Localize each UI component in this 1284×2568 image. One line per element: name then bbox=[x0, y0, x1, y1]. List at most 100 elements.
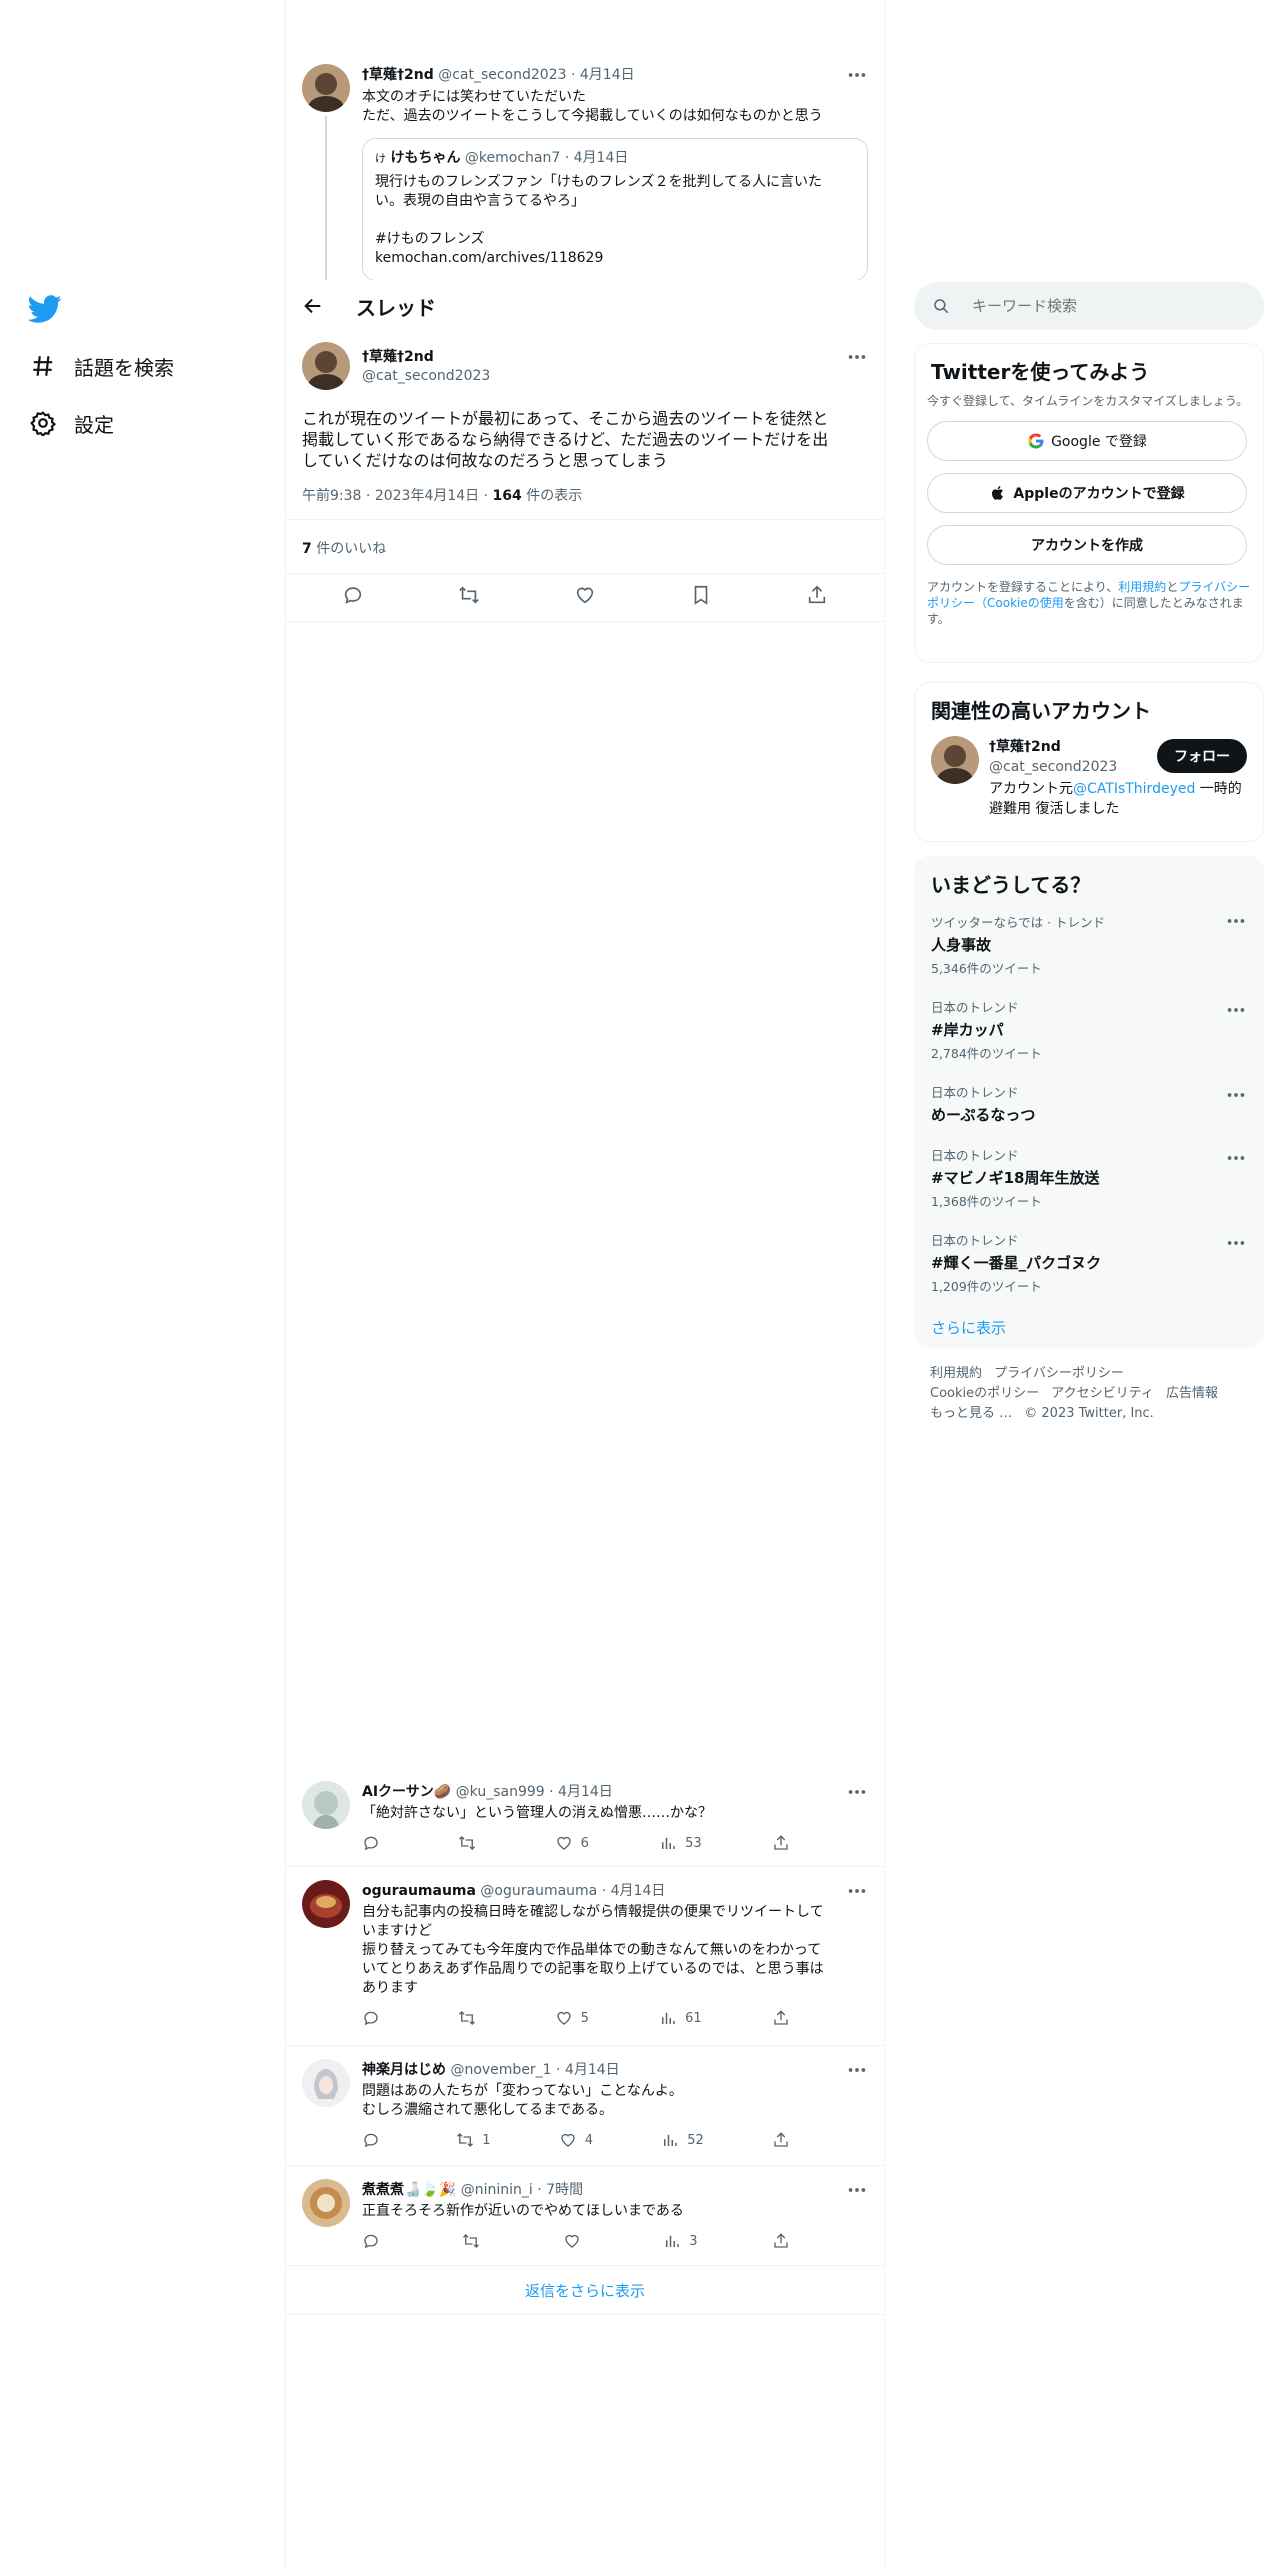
author-handle[interactable]: @ku_san999 bbox=[456, 1784, 545, 1800]
search-bar[interactable] bbox=[914, 282, 1264, 330]
author-handle[interactable]: @nininin_i bbox=[461, 2182, 533, 2198]
like-button[interactable] bbox=[563, 2231, 589, 2251]
views-button[interactable]: 53 bbox=[659, 1833, 702, 1853]
share-button[interactable] bbox=[772, 1833, 798, 1853]
avatar[interactable] bbox=[302, 342, 350, 390]
avatar[interactable] bbox=[302, 1781, 350, 1829]
footer-ads-link[interactable]: 広告情報 bbox=[1166, 1386, 1218, 1401]
retweet-button[interactable] bbox=[458, 2008, 484, 2028]
author-handle[interactable]: @cat_second2023 bbox=[438, 67, 566, 83]
more-icon[interactable] bbox=[846, 2179, 868, 2201]
author-name[interactable]: 神楽月はじめ bbox=[362, 2062, 446, 2078]
tweet-date[interactable]: 4月14日 bbox=[611, 1883, 666, 1899]
reply-tweet[interactable]: AIクーサン🥔 @ku_san999 · 4月14日 「絶対許さない」という管理… bbox=[302, 1781, 868, 1853]
retweet-button[interactable] bbox=[458, 1833, 484, 1853]
avatar[interactable] bbox=[302, 2179, 350, 2227]
reply-tweet[interactable]: 神楽月はじめ @november_1 · 4月14日 問題はあの人たちが「変わっ… bbox=[302, 2059, 868, 2150]
share-button[interactable] bbox=[772, 2231, 798, 2251]
reply-tweet[interactable]: oguraumauma @oguraumauma · 4月14日 自分も記事内の… bbox=[302, 1880, 868, 2028]
nav-settings[interactable]: 設定 bbox=[30, 406, 114, 440]
time[interactable]: 午前9:38 bbox=[302, 488, 361, 504]
footer-cookie-link[interactable]: Cookieのポリシー bbox=[930, 1386, 1039, 1401]
related-account-item[interactable]: †草薙†2nd @cat_second2023 フォロー アカウント元@CATI… bbox=[915, 736, 1263, 819]
footer-terms-link[interactable]: 利用規約 bbox=[930, 1366, 982, 1381]
tweet-date[interactable]: 4月14日 bbox=[558, 1784, 613, 1800]
trend-item[interactable]: 日本のトレンド #マビノギ18周年生放送 1,368件のツイート bbox=[915, 1135, 1263, 1220]
more-icon[interactable] bbox=[846, 346, 868, 368]
more-icon[interactable] bbox=[846, 64, 868, 86]
views-button[interactable]: 61 bbox=[659, 2008, 702, 2028]
tweet-date[interactable]: 4月14日 bbox=[565, 2062, 620, 2078]
retweet-button[interactable] bbox=[462, 2231, 488, 2251]
quote-link[interactable]: kemochan.com/archives/118629 bbox=[375, 249, 855, 268]
share-button[interactable] bbox=[772, 2130, 798, 2150]
reply-button[interactable] bbox=[362, 1833, 388, 1853]
author-name[interactable]: AIクーサン🥔 bbox=[362, 1784, 451, 1800]
reply-tweet[interactable]: 煮煮煮🍶🍃🎉 @nininin_i · 7時間 正直そろそろ新作が近いのでやめて… bbox=[302, 2179, 868, 2251]
trend-item[interactable]: 日本のトレンド #輝く一番星_パクゴヌク 1,209件のツイート bbox=[915, 1220, 1263, 1305]
trend-item[interactable]: ツイッターならでは · トレンド 人身事故 5,346件のツイート bbox=[915, 910, 1263, 987]
more-icon[interactable] bbox=[1225, 1084, 1247, 1106]
related-handle[interactable]: @cat_second2023 bbox=[989, 759, 1117, 775]
retweet-button[interactable]: 1 bbox=[456, 2130, 491, 2150]
footer-accessibility-link[interactable]: アクセシビリティ bbox=[1051, 1386, 1154, 1401]
more-icon[interactable] bbox=[1225, 999, 1247, 1021]
more-icon[interactable] bbox=[846, 1781, 868, 1803]
reply-button[interactable] bbox=[362, 2008, 388, 2028]
reply-icon[interactable] bbox=[342, 584, 364, 606]
more-icon[interactable] bbox=[846, 1880, 868, 1902]
trend-item[interactable]: 日本のトレンド めーぷるなっつ bbox=[915, 1072, 1263, 1135]
likes-summary[interactable]: 7 件のいいね bbox=[302, 538, 386, 558]
more-icon[interactable] bbox=[1225, 1232, 1247, 1254]
terms-link[interactable]: 利用規約 bbox=[1118, 580, 1166, 594]
author-handle[interactable]: @oguraumauma bbox=[480, 1883, 597, 1899]
more-icon[interactable] bbox=[1225, 1147, 1247, 1169]
avatar[interactable] bbox=[302, 64, 350, 112]
bio-mention-link[interactable]: @CATIsThirdeyed bbox=[1073, 781, 1195, 797]
avatar[interactable] bbox=[302, 1880, 350, 1928]
author-name[interactable]: oguraumauma bbox=[362, 1883, 476, 1899]
tweet-date[interactable]: 7時間 bbox=[546, 2182, 583, 2198]
more-icon[interactable] bbox=[846, 2059, 868, 2081]
related-name[interactable]: †草薙†2nd bbox=[989, 736, 1117, 756]
like-button[interactable]: 4 bbox=[559, 2130, 593, 2150]
create-account-button[interactable]: アカウントを作成 bbox=[927, 525, 1247, 565]
show-more-replies-button[interactable]: 返信をさらに表示 bbox=[286, 2266, 884, 2314]
google-signup-button[interactable]: Google で登録 bbox=[927, 421, 1247, 461]
bookmark-icon[interactable] bbox=[690, 584, 712, 606]
share-button[interactable] bbox=[772, 2008, 798, 2028]
trends-show-more-link[interactable]: さらに表示 bbox=[915, 1305, 1263, 1350]
views-button[interactable]: 52 bbox=[661, 2130, 704, 2150]
reply-button[interactable] bbox=[362, 2231, 388, 2251]
avatar[interactable] bbox=[302, 2059, 350, 2107]
author-handle[interactable]: @cat_second2023 bbox=[362, 368, 868, 384]
footer-more-link[interactable]: もっと見る … bbox=[930, 1406, 1012, 1421]
avatar[interactable] bbox=[931, 736, 979, 784]
author-handle[interactable]: @november_1 bbox=[450, 2062, 551, 2078]
more-icon[interactable] bbox=[1225, 910, 1247, 932]
tweet-date[interactable]: 4月14日 bbox=[580, 67, 635, 83]
like-button[interactable]: 6 bbox=[555, 1833, 589, 1853]
nav-explore[interactable]: 話題を検索 bbox=[30, 349, 174, 383]
views-button[interactable]: 3 bbox=[663, 2231, 698, 2251]
author-name[interactable]: †草薙†2nd bbox=[362, 346, 868, 366]
retweet-count: 1 bbox=[482, 2132, 491, 2148]
date[interactable]: 2023年4月14日 bbox=[375, 488, 479, 504]
back-arrow-icon[interactable] bbox=[302, 295, 324, 317]
quoted-tweet[interactable]: け けもちゃん @kemochan7 · 4月14日 現行けものフレンズファン「… bbox=[362, 138, 868, 281]
quote-hashtag[interactable]: #けものフレンズ bbox=[375, 230, 855, 249]
follow-button[interactable]: フォロー bbox=[1157, 738, 1247, 773]
search-input[interactable] bbox=[972, 297, 1252, 315]
twitter-logo-icon[interactable] bbox=[28, 292, 62, 326]
apple-signup-button[interactable]: Appleのアカウントで登録 bbox=[927, 473, 1247, 513]
reply-button[interactable] bbox=[362, 2130, 388, 2150]
heart-icon[interactable] bbox=[574, 584, 596, 606]
tweet-text-line: 正直そろそろ新作が近いのでやめてほしいまである bbox=[362, 2203, 684, 2219]
retweet-icon[interactable] bbox=[458, 584, 480, 606]
author-name[interactable]: †草薙†2nd bbox=[362, 67, 434, 83]
trend-item[interactable]: 日本のトレンド #岸カッパ 2,784件のツイート bbox=[915, 987, 1263, 1072]
author-name[interactable]: 煮煮煮🍶🍃🎉 bbox=[362, 2182, 456, 2198]
footer-privacy-link[interactable]: プライバシーポリシー bbox=[994, 1366, 1124, 1381]
like-button[interactable]: 5 bbox=[555, 2008, 589, 2028]
share-icon[interactable] bbox=[806, 584, 828, 606]
